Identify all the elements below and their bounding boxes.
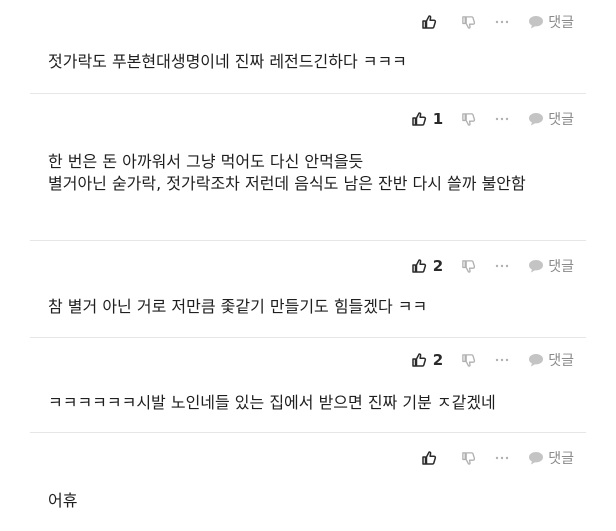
comment-actions: 2 댓글 bbox=[411, 350, 574, 370]
more-button[interactable] bbox=[494, 456, 510, 460]
reply-button[interactable]: 댓글 bbox=[528, 256, 574, 276]
dislike-button[interactable] bbox=[461, 353, 476, 368]
thumbs-down-icon bbox=[461, 259, 476, 274]
dislike-button[interactable] bbox=[461, 259, 476, 274]
comment-actions: 2 댓글 bbox=[411, 256, 574, 276]
reply-label: 댓글 bbox=[548, 15, 574, 31]
reply-label: 댓글 bbox=[548, 259, 574, 275]
thumbs-up-icon bbox=[411, 258, 427, 274]
like-button[interactable]: 1 bbox=[411, 110, 443, 128]
comment-actions: 댓글 bbox=[421, 12, 574, 32]
reply-label: 댓글 bbox=[548, 451, 574, 467]
like-button[interactable]: 2 bbox=[411, 257, 443, 275]
more-icon bbox=[495, 358, 509, 362]
speech-bubble-icon bbox=[528, 259, 544, 273]
thumbs-down-icon bbox=[461, 451, 476, 466]
reply-button[interactable]: 댓글 bbox=[528, 12, 574, 32]
like-count: 1 bbox=[432, 110, 444, 128]
comment-text: 참 별거 아닌 거로 저만큼 좇같기 만들기도 힘들겠다 ㅋㅋ bbox=[48, 297, 428, 316]
dislike-button[interactable] bbox=[461, 451, 476, 466]
speech-bubble-icon bbox=[528, 353, 544, 367]
reply-button[interactable]: 댓글 bbox=[528, 109, 574, 129]
reply-button[interactable]: 댓글 bbox=[528, 448, 574, 468]
thumbs-up-icon bbox=[421, 14, 437, 30]
reply-label: 댓글 bbox=[548, 353, 574, 369]
more-button[interactable] bbox=[494, 20, 510, 24]
thumbs-up-icon bbox=[421, 450, 437, 466]
more-button[interactable] bbox=[494, 117, 510, 121]
reply-label: 댓글 bbox=[548, 112, 574, 128]
more-button[interactable] bbox=[494, 264, 510, 268]
speech-bubble-icon bbox=[528, 112, 544, 126]
comment-text: 어휴 bbox=[48, 491, 78, 510]
more-icon bbox=[495, 20, 509, 24]
like-button[interactable] bbox=[421, 450, 443, 466]
speech-bubble-icon bbox=[528, 451, 544, 465]
divider bbox=[30, 93, 586, 94]
comment-text: ㅋㅋㅋㅋㅋㅋ시발 노인네들 있는 집에서 받으면 진짜 기분 ㅈ같겠네 bbox=[48, 393, 496, 412]
more-icon bbox=[495, 264, 509, 268]
more-button[interactable] bbox=[494, 358, 510, 362]
comment-text: 젓가락도 푸본현대생명이네 진짜 레전드긴하다 ㅋㅋㅋ bbox=[48, 52, 407, 71]
thumbs-down-icon bbox=[461, 353, 476, 368]
like-count: 2 bbox=[432, 351, 444, 369]
more-icon bbox=[495, 456, 509, 460]
thumbs-down-icon bbox=[461, 112, 476, 127]
comment-list: 댓글 젓가락도 푸본현대생명이네 진짜 레전드긴하다 ㅋㅋㅋ 1 댓글 한 번은… bbox=[0, 0, 616, 531]
thumbs-down-icon bbox=[461, 15, 476, 30]
more-icon bbox=[495, 117, 509, 121]
comment-actions: 1 댓글 bbox=[411, 109, 574, 129]
divider bbox=[30, 337, 586, 338]
reply-button[interactable]: 댓글 bbox=[528, 350, 574, 370]
speech-bubble-icon bbox=[528, 15, 544, 29]
like-button[interactable] bbox=[421, 14, 443, 30]
like-button[interactable]: 2 bbox=[411, 351, 443, 369]
divider bbox=[30, 432, 586, 433]
comment-text: 한 번은 돈 아까워서 그냥 먹어도 다신 안먹을듯 별거아닌 숟가락, 젓가락… bbox=[48, 152, 526, 193]
dislike-button[interactable] bbox=[461, 15, 476, 30]
thumbs-up-icon bbox=[411, 111, 427, 127]
like-count: 2 bbox=[432, 257, 444, 275]
divider bbox=[30, 240, 586, 241]
thumbs-up-icon bbox=[411, 352, 427, 368]
dislike-button[interactable] bbox=[461, 112, 476, 127]
comment-actions: 댓글 bbox=[421, 448, 574, 468]
